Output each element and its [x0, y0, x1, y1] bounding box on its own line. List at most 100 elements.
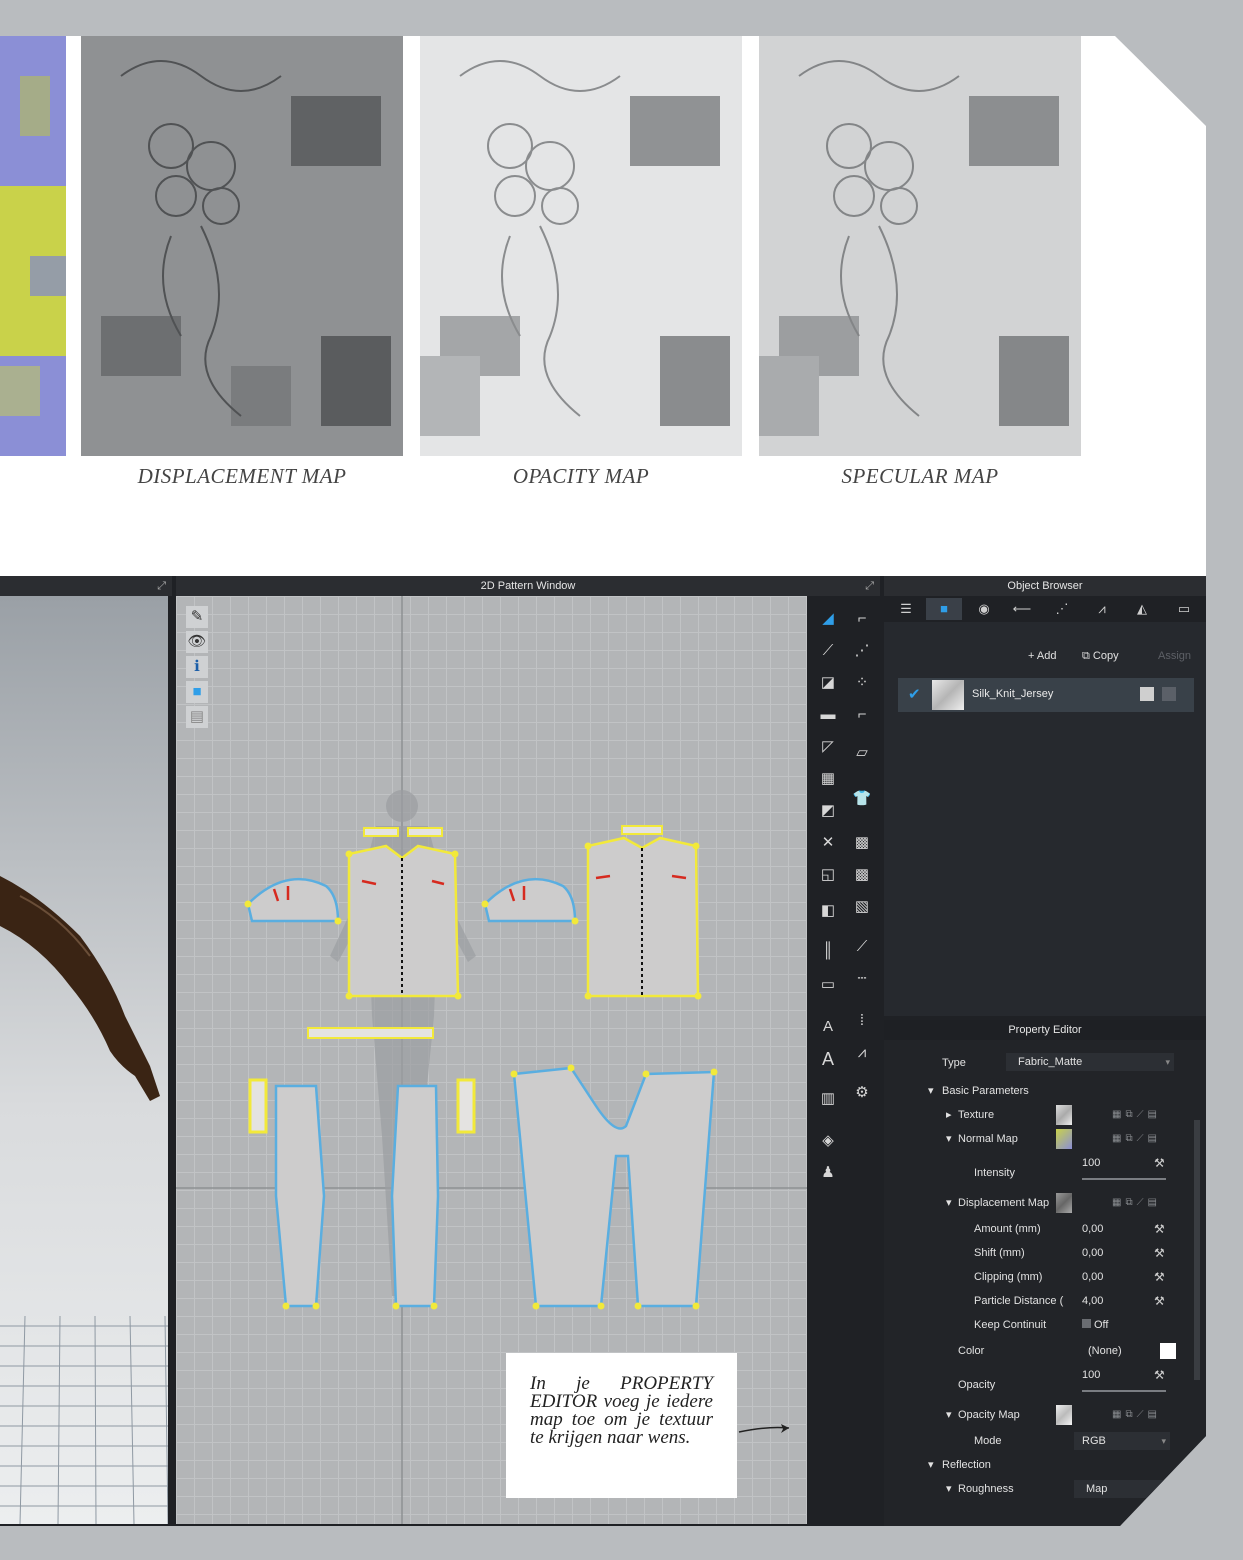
grading-icon[interactable]: ▥ — [817, 1088, 839, 1110]
list-icon[interactable]: ☰ — [888, 598, 924, 620]
annotation-note: In je PROPERTY EDITOR voeg je iedere map… — [506, 1353, 737, 1498]
fabric-pattern-icon[interactable]: ▩ — [851, 864, 873, 886]
trim-tab-icon[interactable]: ◭ — [1124, 598, 1160, 620]
map-action-icons[interactable]: ▦⧉⟋▤ — [1112, 1128, 1161, 1150]
avatar-icon[interactable]: ♟ — [817, 1162, 839, 1184]
property-editor-titlebar: Property Editor — [884, 1020, 1206, 1040]
arrow-icon — [738, 1424, 790, 1433]
texture-swatch[interactable] — [1056, 1105, 1072, 1125]
roughness-value: Map — [1086, 1483, 1108, 1495]
3d-viewport[interactable] — [0, 596, 168, 1524]
clipping-label: Clipping (mm) — [974, 1271, 1043, 1283]
displacement-map-row[interactable]: ▾ Displacement Map ▦⧉⟋▤ — [884, 1192, 1206, 1214]
zigzag-icon[interactable]: ⩘ — [851, 1042, 873, 1064]
assign-button[interactable]: Assign — [1158, 650, 1191, 662]
iron-icon[interactable]: ▱ — [851, 742, 873, 764]
roughness-row[interactable]: ▾ Roughness Map — [884, 1478, 1206, 1500]
edit-pattern-icon[interactable]: ⟋ — [817, 640, 839, 662]
shirt-icon[interactable]: 👕 — [851, 788, 873, 810]
texture-edit-icon[interactable]: ▦ — [817, 768, 839, 790]
wrench-icon[interactable]: ⚒ — [1154, 1218, 1165, 1240]
measure-icon[interactable]: ║ — [817, 940, 839, 962]
fabric-tab-icon[interactable]: ■ — [926, 598, 962, 620]
buttonhole-tab-icon[interactable]: ⟵ — [1004, 598, 1040, 620]
fold-icon[interactable]: ◩ — [817, 800, 839, 822]
normal-map-swatch[interactable] — [1056, 1129, 1072, 1149]
reflection-row[interactable]: ▾ Reflection — [884, 1454, 1206, 1476]
annotation-icon[interactable]: A — [817, 1016, 839, 1038]
add-button[interactable]: + Add — [1028, 650, 1056, 662]
text-icon[interactable]: A — [817, 1048, 839, 1070]
fabric-icon[interactable]: ▩ — [851, 832, 873, 854]
normal-map-row[interactable]: ▾ Normal Map ▦⧉⟋▤ — [884, 1128, 1206, 1150]
rectangle-icon[interactable]: ▬ — [817, 704, 839, 726]
clipping-value[interactable]: 0,00 — [1082, 1266, 1103, 1288]
sew-free-icon[interactable]: ⋰ — [851, 640, 873, 662]
wrench-icon[interactable]: ⚒ — [1154, 1242, 1165, 1264]
keep-continuity-checkbox[interactable]: Off — [1082, 1314, 1108, 1336]
dashed-line-icon[interactable]: ┄ — [851, 968, 873, 990]
map-action-icons[interactable]: ▦⧉⟋▤ — [1112, 1104, 1161, 1126]
map-action-icons[interactable]: ▦⧉⟋▤ — [1112, 1192, 1161, 1214]
button-tab-icon[interactable]: ◉ — [966, 598, 1002, 620]
texture-row[interactable]: ▸ Texture ▦⧉⟋▤ — [884, 1104, 1206, 1126]
reflection-label: Reflection — [942, 1459, 991, 1471]
shift-value[interactable]: 0,00 — [1082, 1242, 1103, 1264]
texture-label: Texture — [958, 1109, 995, 1121]
wrench-icon[interactable]: ⚒ — [1154, 1290, 1165, 1312]
intensity-value[interactable]: 100 — [1082, 1152, 1100, 1174]
dart-icon[interactable]: ◱ — [817, 864, 839, 886]
color-swatch[interactable] — [1160, 1343, 1176, 1359]
sew-segment-icon[interactable]: ⌐ — [851, 608, 873, 630]
ruler-icon[interactable]: ▭ — [817, 974, 839, 996]
fabric-copy-icon[interactable] — [1140, 687, 1154, 701]
trim-icon[interactable]: ◈ — [817, 1130, 839, 1152]
wrench-icon[interactable]: ⚒ — [1154, 1152, 1165, 1174]
line-tool-icon[interactable]: ⟋ — [851, 936, 873, 958]
opacity-map-swatch[interactable] — [1056, 1405, 1072, 1425]
particle-distance-row: Particle Distance ( 4,00 ⚒ — [884, 1290, 1206, 1312]
select-move-icon[interactable]: ◢ — [817, 608, 839, 630]
intensity-slider[interactable] — [1082, 1178, 1166, 1180]
wrench-icon[interactable]: ⚒ — [1154, 1266, 1165, 1288]
topstitch-tab-icon[interactable]: ⋰ — [1044, 598, 1080, 620]
intensity-row: Intensity 100 ⚒ — [884, 1156, 1206, 1196]
transform-icon[interactable]: ◪ — [817, 672, 839, 694]
pattern-grid-icon[interactable]: ▧ — [851, 896, 873, 918]
map-action-icons[interactable]: ▦⧉⟋▤ — [1112, 1404, 1161, 1426]
opacity-slider[interactable] — [1082, 1390, 1166, 1392]
basic-parameters-row[interactable]: ▾ Basic Parameters — [884, 1080, 1206, 1102]
sew-check-icon[interactable]: ⌐ — [851, 704, 873, 726]
property-scrollbar[interactable] — [1194, 1120, 1200, 1380]
opacity-map-label: Opacity Map — [958, 1409, 1020, 1421]
zipper-tab-icon[interactable]: ⩘ — [1084, 598, 1120, 620]
copy-button[interactable]: ⧉ Copy — [1082, 650, 1119, 663]
opacity-value[interactable]: 100 — [1082, 1364, 1100, 1386]
particle-distance-value[interactable]: 4,00 — [1082, 1290, 1103, 1312]
collapse-arrow-icon: ▾ — [928, 1085, 934, 1097]
expand-icon[interactable]: ⤢ — [865, 576, 874, 596]
cut-icon[interactable]: ✕ — [817, 832, 839, 854]
roughness-dropdown[interactable]: Map — [1074, 1480, 1170, 1498]
wrench-icon[interactable]: ⚒ — [1154, 1364, 1165, 1386]
polygon-icon[interactable]: ◸ — [817, 736, 839, 758]
amount-value[interactable]: 0,00 — [1082, 1218, 1103, 1240]
fabric-lock-icon[interactable] — [1162, 687, 1176, 701]
expand-icon[interactable]: ⤢ — [157, 576, 166, 596]
fabric-list-item[interactable]: ✔ Silk_Knit_Jersey — [898, 678, 1194, 712]
mode-dropdown[interactable]: RGB ▾ — [1074, 1432, 1170, 1450]
collapse-arrow-icon: ▾ — [946, 1133, 952, 1145]
type-dropdown[interactable]: Fabric_Matte ▾ — [1006, 1053, 1174, 1071]
button-icon[interactable]: ⚙ — [851, 1082, 873, 1104]
measure-tab-icon[interactable]: ▭ — [1166, 598, 1202, 620]
annotation-text: In je PROPERTY EDITOR voeg je iedere map… — [530, 1373, 713, 1448]
specular-map-caption: SPECULAR MAP — [841, 464, 999, 488]
fabric-name: Silk_Knit_Jersey — [972, 688, 1054, 700]
opacity-map-row[interactable]: ▾ Opacity Map ▦⧉⟋▤ — [884, 1404, 1206, 1426]
pleat-icon[interactable]: ◧ — [817, 900, 839, 922]
displacement-map-swatch[interactable] — [1056, 1193, 1072, 1213]
sew-multi-icon[interactable]: ⁘ — [851, 672, 873, 694]
topstitch-icon[interactable]: ⁞ — [851, 1010, 873, 1032]
mode-value: RGB — [1082, 1435, 1106, 1447]
type-value: Fabric_Matte — [1018, 1056, 1083, 1068]
